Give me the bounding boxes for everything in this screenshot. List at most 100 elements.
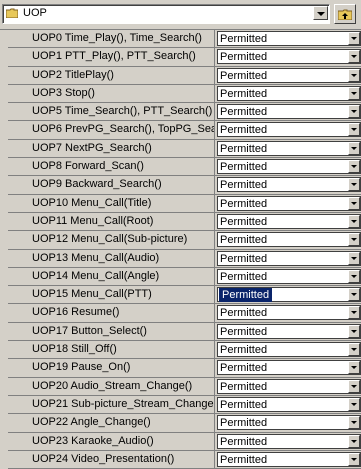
property-row[interactable]: UOP22 Angle_Change() Permitted [8,414,361,433]
property-value-select[interactable]: Permitted [217,323,361,339]
property-value-select[interactable]: Permitted [217,104,361,120]
property-value-text: Permitted [220,51,268,64]
property-name: UOP10 Menu_Call(Title) [8,194,215,212]
property-value-text: Permitted [220,325,268,338]
property-value-select[interactable]: Permitted [217,177,361,193]
property-row[interactable]: UOP5 Time_Search(), PTT_Search() Permitte… [8,103,361,122]
chevron-down-icon[interactable] [348,434,360,448]
property-row[interactable]: UOP18 Still_Off() Permitted [8,341,361,360]
chevron-down-icon[interactable] [348,178,360,192]
property-name: UOP15 Menu_Call(PTT) [8,286,215,304]
property-row[interactable]: UOP13 Menu_Call(Audio) Permitted [8,249,361,268]
chevron-down-icon[interactable] [313,6,328,20]
property-value-select[interactable]: Permitted [217,415,361,431]
property-value-select[interactable]: Permitted [217,360,361,376]
property-row[interactable]: UOP24 Video_Presentation() Permitted [8,450,361,469]
property-row[interactable]: UOP16 Resume() Permitted [8,304,361,323]
property-name: UOP13 Menu_Call(Audio) [8,249,215,267]
chevron-down-icon[interactable] [348,233,360,247]
property-value-select[interactable]: Permitted [217,213,361,229]
chevron-down-icon[interactable] [348,306,360,320]
chevron-down-icon[interactable] [348,196,360,210]
property-value-select[interactable]: Permitted [217,268,361,284]
property-value-select[interactable]: Permitted [217,159,361,175]
property-row[interactable]: UOP10 Menu_Call(Title) Permitted [8,194,361,213]
property-name: UOP7 NextPG_Search() [8,139,215,158]
chevron-down-icon[interactable] [348,50,360,64]
property-row[interactable]: UOP8 Forward_Scan() Permitted [8,158,361,177]
property-value-select[interactable]: Permitted [217,342,361,358]
node-combo-box[interactable]: UOP [2,4,330,24]
property-row[interactable]: UOP3 Stop() Permitted [8,84,361,104]
property-name: UOP3 Stop() [8,84,215,103]
property-name: UOP6 PrevPG_Search(), TopPG_Search() [8,121,215,139]
property-name: UOP21 Sub-picture_Stream_Change() [8,395,215,414]
property-row[interactable]: UOP11 Menu_Call(Root) Permitted [8,212,361,232]
property-value-select[interactable]: Permitted [217,122,361,138]
chevron-down-icon[interactable] [348,160,360,174]
up-folder-button[interactable] [334,4,356,24]
property-value-select[interactable]: Permitted [217,85,361,101]
property-value-text: Permitted [220,435,268,448]
chevron-down-icon[interactable] [348,123,360,137]
property-value-select[interactable]: Permitted [217,433,361,449]
chevron-down-icon[interactable] [348,86,360,100]
property-name: UOP20 Audio_Stream_Change() [8,377,215,395]
property-row[interactable]: UOP6 PrevPG_Search(), TopPG_Search() Perm… [8,121,361,140]
chevron-down-icon[interactable] [348,141,360,155]
chevron-down-icon[interactable] [348,251,360,265]
chevron-down-icon[interactable] [348,416,360,430]
property-value-text: Permitted [220,344,268,357]
property-value-select[interactable]: Permitted [217,451,361,467]
chevron-down-icon[interactable] [348,269,360,283]
property-row[interactable]: UOP17 Button_Select() Permitted [8,322,361,342]
property-value-select[interactable]: Permitted [217,305,361,321]
property-row[interactable]: UOP9 Backward_Search() Permitted [8,176,361,195]
property-row[interactable]: UOP2 TitlePlay() Permitted [8,66,361,85]
property-value-select[interactable]: Permitted [217,67,361,83]
chevron-down-icon[interactable] [348,68,360,82]
chevron-down-icon[interactable] [348,343,360,357]
chevron-down-icon[interactable] [348,452,360,466]
property-row[interactable]: UOP0 Time_Play(), Time_Search() Permitted [8,30,361,49]
property-value-select[interactable]: Permitted [217,195,361,211]
property-row[interactable]: UOP21 Sub-picture_Stream_Change() Permitt… [8,395,361,415]
property-value-select[interactable]: Permitted [217,49,361,65]
property-value-select[interactable]: Permitted [217,396,361,412]
property-name: UOP5 Time_Search(), PTT_Search() [8,103,215,121]
property-value-select[interactable]: Permitted [217,250,361,266]
property-row[interactable]: UOP15 Menu_Call(PTT) Permitted [8,286,361,305]
property-name: UOP12 Menu_Call(Sub-picture) [8,231,215,249]
property-value-select[interactable]: Permitted [217,287,361,303]
property-row[interactable]: UOP12 Menu_Call(Sub-picture) Permitted [8,231,361,250]
chevron-down-icon[interactable] [348,288,360,302]
property-row[interactable]: UOP20 Audio_Stream_Change() Permitted [8,377,361,396]
property-name: UOP0 Time_Play(), Time_Search() [8,30,215,48]
property-name: UOP19 Pause_On() [8,359,215,377]
chevron-down-icon[interactable] [348,214,360,228]
property-name: UOP2 TitlePlay() [8,66,215,84]
chevron-down-icon[interactable] [348,379,360,393]
property-row[interactable]: UOP23 Karaoke_Audio() Permitted [8,432,361,451]
property-value-select[interactable]: Permitted [217,140,361,156]
property-name: UOP23 Karaoke_Audio() [8,432,215,450]
property-name: UOP1 PTT_Play(), PTT_Search() [8,48,215,66]
chevron-down-icon[interactable] [348,105,360,119]
chevron-down-icon[interactable] [348,32,360,45]
chevron-down-icon[interactable] [348,324,360,338]
property-value-text: Permitted [220,161,268,174]
property-value-text: Permitted [220,398,268,411]
property-value-select[interactable]: Permitted [217,232,361,248]
property-value-select[interactable]: Permitted [217,31,361,46]
property-row[interactable]: UOP1 PTT_Play(), PTT_Search() Permitted [8,48,361,67]
property-row[interactable]: UOP7 NextPG_Search() Permitted [8,139,361,159]
property-value-select[interactable]: Permitted [217,378,361,394]
chevron-down-icon[interactable] [348,361,360,375]
chevron-down-icon[interactable] [348,397,360,411]
property-row[interactable]: UOP19 Pause_On() Permitted [8,359,361,378]
property-value-text: Permitted [220,362,268,375]
property-value-text: Permitted [220,106,268,119]
up-folder-icon [338,9,352,20]
property-row[interactable]: UOP14 Menu_Call(Angle) Permitted [8,267,361,287]
property-name: UOP11 Menu_Call(Root) [8,212,215,231]
